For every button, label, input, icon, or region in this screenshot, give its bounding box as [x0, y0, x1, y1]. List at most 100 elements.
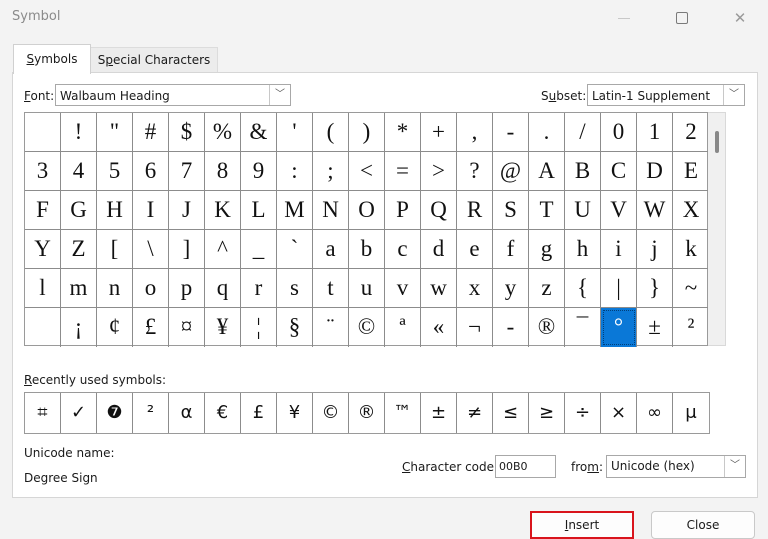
tab-special-characters[interactable]: Special Characters: [90, 47, 218, 72]
recent-symbol-cell[interactable]: ™: [385, 393, 421, 433]
symbol-cell[interactable]: 1: [637, 113, 673, 152]
tab-symbols[interactable]: Symbols: [13, 44, 91, 74]
symbol-cell[interactable]: ]: [169, 230, 205, 269]
symbol-cell[interactable]: J: [169, 191, 205, 230]
symbol-cell[interactable]: >: [421, 152, 457, 191]
symbol-cell[interactable]: K: [205, 191, 241, 230]
symbol-cell[interactable]: q: [205, 269, 241, 308]
symbol-cell[interactable]: .: [529, 113, 565, 152]
chevron-down-icon[interactable]: ﹀: [269, 85, 290, 105]
symbol-cell[interactable]: g: [529, 230, 565, 269]
symbol-cell[interactable]: +: [421, 113, 457, 152]
symbol-cell[interactable]: 4: [61, 152, 97, 191]
symbol-cell[interactable]: s: [277, 269, 313, 308]
symbol-cell[interactable]: &: [241, 113, 277, 152]
symbol-cell[interactable]: [25, 308, 61, 347]
symbol-cell[interactable]: D: [637, 152, 673, 191]
symbol-cell[interactable]: \: [133, 230, 169, 269]
close-button[interactable]: Close: [651, 511, 755, 539]
symbol-cell[interactable]: L: [241, 191, 277, 230]
symbol-cell[interactable]: =: [385, 152, 421, 191]
scrollbar-thumb[interactable]: [715, 131, 719, 153]
symbol-cell[interactable]: ¢: [97, 308, 133, 347]
chevron-down-icon[interactable]: ﹀: [724, 456, 745, 477]
symbol-cell[interactable]: 8: [205, 152, 241, 191]
symbol-cell[interactable]: (: [313, 113, 349, 152]
symbol-cell[interactable]: x: [457, 269, 493, 308]
symbol-cell[interactable]: R: [457, 191, 493, 230]
symbol-cell[interactable]: S: [493, 191, 529, 230]
symbol-cell[interactable]: V: [601, 191, 637, 230]
symbol-cell[interactable]: f: [493, 230, 529, 269]
symbol-cell[interactable]: r: [241, 269, 277, 308]
symbol-cell[interactable]: H: [97, 191, 133, 230]
symbol-cell[interactable]: ¡: [61, 308, 97, 347]
symbol-cell[interactable]: §: [277, 308, 313, 347]
recent-symbol-cell[interactable]: ²: [133, 393, 169, 433]
symbol-cell[interactable]: }: [637, 269, 673, 308]
symbol-cell[interactable]: w: [421, 269, 457, 308]
symbol-grid[interactable]: ! " # $% & '() * +, -./0 1 2 3 4 5 6 7 8 9:; < = >? @ A B C D E F G H…: [24, 112, 709, 347]
symbol-cell[interactable]: b: [349, 230, 385, 269]
symbol-cell[interactable]: Q: [421, 191, 457, 230]
symbol-cell[interactable]: U: [565, 191, 601, 230]
symbol-cell[interactable]: 6: [133, 152, 169, 191]
symbol-cell[interactable]: °: [601, 308, 637, 347]
symbol-cell[interactable]: B: [565, 152, 601, 191]
recent-symbol-cell[interactable]: ❼: [97, 393, 133, 433]
symbol-cell[interactable]: C: [601, 152, 637, 191]
symbol-cell[interactable]: v: [385, 269, 421, 308]
symbol-cell[interactable]: /: [565, 113, 601, 152]
symbol-cell[interactable]: ): [349, 113, 385, 152]
chevron-down-icon[interactable]: ﹀: [723, 85, 744, 105]
symbol-cell[interactable]: N: [313, 191, 349, 230]
symbol-cell[interactable]: e: [457, 230, 493, 269]
recent-symbol-cell[interactable]: £: [241, 393, 277, 433]
symbol-grid-scrollbar[interactable]: [708, 112, 726, 346]
symbol-cell[interactable]: E: [673, 152, 709, 191]
symbol-cell[interactable]: X: [673, 191, 709, 230]
symbol-cell[interactable]: ¬: [457, 308, 493, 347]
recent-symbol-cell[interactable]: ×: [601, 393, 637, 433]
recent-symbol-cell[interactable]: ≥: [529, 393, 565, 433]
symbol-cell[interactable]: W: [637, 191, 673, 230]
symbol-cell[interactable]: ª: [385, 308, 421, 347]
symbol-cell[interactable]: ": [97, 113, 133, 152]
symbol-cell[interactable]: m: [61, 269, 97, 308]
symbol-cell[interactable]: u: [349, 269, 385, 308]
symbol-cell[interactable]: 9: [241, 152, 277, 191]
symbol-cell[interactable]: 5: [97, 152, 133, 191]
close-window-button[interactable]: ✕: [730, 8, 750, 28]
symbol-cell[interactable]: y: [493, 269, 529, 308]
symbol-cell[interactable]: #: [133, 113, 169, 152]
font-dropdown[interactable]: Walbaum Heading ﹀: [55, 84, 291, 106]
symbol-cell[interactable]: -: [493, 308, 529, 347]
symbol-cell[interactable]: ¤: [169, 308, 205, 347]
symbol-cell[interactable]: ¦: [241, 308, 277, 347]
symbol-cell[interactable]: A: [529, 152, 565, 191]
symbol-cell[interactable]: %: [205, 113, 241, 152]
symbol-cell[interactable]: :: [277, 152, 313, 191]
symbol-cell[interactable]: G: [61, 191, 97, 230]
symbol-cell[interactable]: -: [493, 113, 529, 152]
recent-symbol-cell[interactable]: €: [205, 393, 241, 433]
symbol-cell[interactable]: `: [277, 230, 313, 269]
symbol-cell[interactable]: n: [97, 269, 133, 308]
symbol-cell[interactable]: ²: [673, 308, 709, 347]
symbol-cell[interactable]: ,: [457, 113, 493, 152]
symbol-cell[interactable]: p: [169, 269, 205, 308]
symbol-cell[interactable]: t: [313, 269, 349, 308]
symbol-cell[interactable]: ®: [529, 308, 565, 347]
symbol-cell[interactable]: ': [277, 113, 313, 152]
symbol-cell[interactable]: ©: [349, 308, 385, 347]
symbol-cell[interactable]: I: [133, 191, 169, 230]
symbol-cell[interactable]: Z: [61, 230, 97, 269]
symbol-cell[interactable]: z: [529, 269, 565, 308]
symbol-cell[interactable]: [: [97, 230, 133, 269]
symbol-cell[interactable]: ¨: [313, 308, 349, 347]
subset-dropdown[interactable]: Latin-1 Supplement ﹀: [587, 84, 745, 106]
symbol-cell[interactable]: O: [349, 191, 385, 230]
symbol-cell[interactable]: j: [637, 230, 673, 269]
recent-symbol-cell[interactable]: ≤: [493, 393, 529, 433]
character-code-input[interactable]: 00B0: [495, 455, 556, 478]
